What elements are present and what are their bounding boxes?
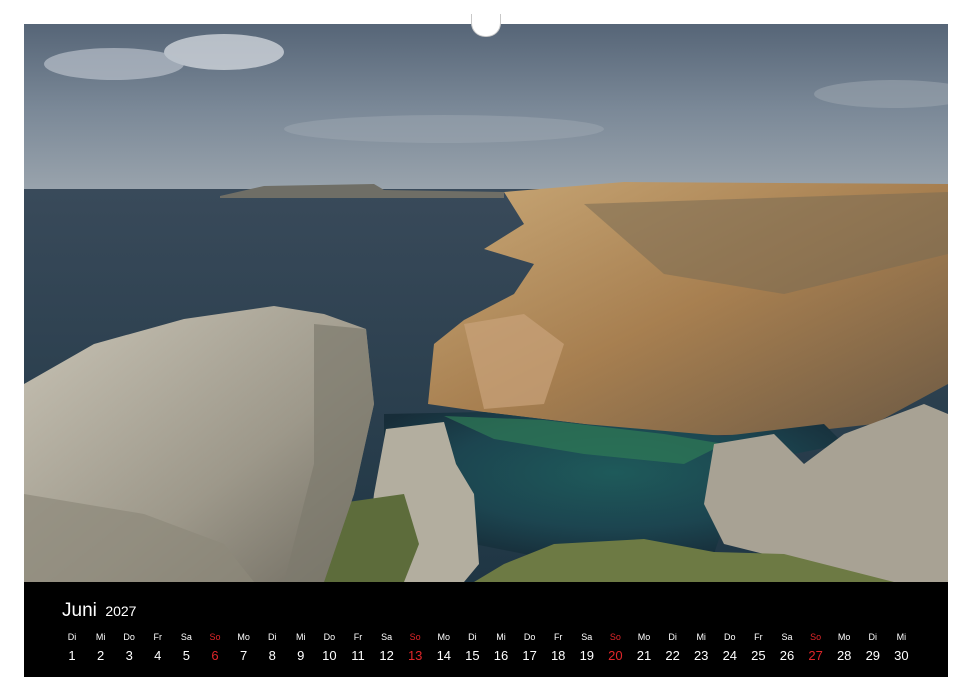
weekday-label: Do (523, 632, 536, 642)
weekday-label: Di (468, 632, 477, 642)
day-number: 6 (211, 648, 219, 663)
weekday-label: Do (323, 632, 336, 642)
weekday-label: So (209, 632, 221, 642)
weekday-label: Sa (781, 632, 793, 642)
weekday-label: Fr (153, 632, 163, 642)
day-number: 9 (297, 648, 305, 663)
weekday-label: So (609, 632, 621, 642)
day-number: 2 (96, 648, 105, 663)
weekday-label: Fr (553, 632, 563, 642)
weekday-label: Mo (637, 632, 651, 642)
weekday-label: Mo (837, 632, 851, 642)
weekday-label: So (409, 632, 421, 642)
day-number: 18 (550, 648, 566, 663)
day-number: 16 (493, 648, 509, 663)
weekday-label: Sa (180, 632, 192, 642)
landscape-photo (24, 24, 948, 582)
weekday-label: Do (123, 632, 135, 642)
day-number: 21 (636, 648, 652, 663)
weekday-label: Di (67, 632, 77, 642)
day-number: 23 (693, 648, 709, 663)
weekday-label: Di (668, 632, 677, 642)
weekday-label: Fr (754, 632, 763, 642)
day-number: 3 (125, 648, 133, 663)
day-number: 12 (379, 648, 394, 663)
day-number: 19 (579, 648, 595, 663)
weekday-label: Sa (581, 632, 593, 642)
calendar-strip: Juni 2027 Di 1 Mi 2 Do 3 Fr 4 Sa 5 So 6 Mo 7 Di 8 Mi 9 Do 1… (24, 582, 948, 677)
weekday-label: Mo (437, 632, 451, 642)
day-number: 15 (465, 648, 480, 663)
weekday-label: Do (724, 632, 736, 642)
day-number: 7 (239, 648, 248, 663)
day-number: 17 (522, 648, 537, 663)
day-number: 8 (268, 648, 276, 663)
day-number: 11 (351, 648, 365, 663)
day-number: 14 (436, 648, 452, 663)
month-year: 2027 (105, 603, 137, 619)
month-name: Juni (62, 600, 97, 621)
calendar-page: Juni 2027 Di 1 Mi 2 Do 3 Fr 4 Sa 5 So 6 Mo 7 Di 8 Mi 9 Do 1… (0, 0, 971, 700)
day-number: 30 (894, 648, 909, 663)
weekday-label: Mi (696, 632, 706, 642)
weekday-label: Mi (296, 632, 306, 642)
weekday-label: Mo (237, 632, 250, 642)
day-number: 1 (68, 648, 76, 663)
weekday-label: Mi (896, 632, 907, 642)
day-number: 5 (182, 648, 190, 663)
weekday-label: Di (868, 632, 878, 642)
weekday-label: So (810, 632, 822, 642)
day-number: 13 (407, 648, 423, 663)
day-number: 26 (779, 648, 795, 663)
weekday-label: Fr (353, 632, 363, 642)
day-number: 4 (154, 648, 162, 663)
weekday-label: Mi (95, 632, 106, 642)
day-number: 24 (722, 648, 738, 663)
weekday-label: Di (267, 632, 277, 642)
day-number: 20 (608, 648, 623, 663)
photo-illustration (24, 24, 948, 582)
day-number: 22 (665, 648, 680, 663)
weekday-label: Mi (496, 632, 506, 642)
month-heading: Juni 2027 (62, 600, 136, 622)
day-number: 10 (322, 648, 337, 663)
weekday-label: Sa (381, 632, 393, 642)
day-number: 27 (808, 648, 823, 663)
day-number: 25 (751, 648, 766, 663)
day-number: 29 (865, 648, 881, 663)
day-number: 28 (836, 648, 852, 663)
